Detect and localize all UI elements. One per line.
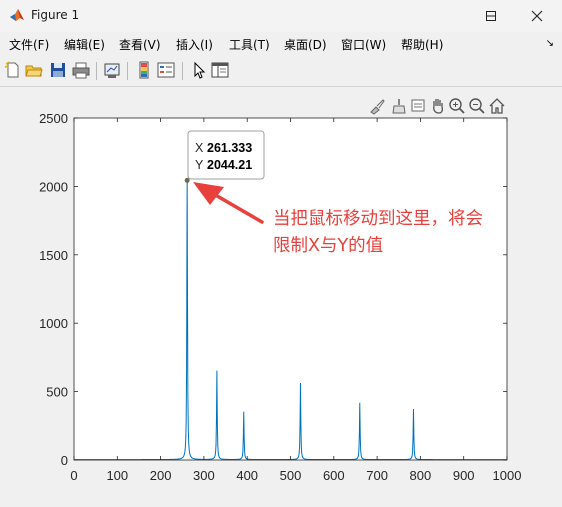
- x-tick-label: 300: [193, 468, 215, 483]
- y-tick-label: 2000: [39, 179, 68, 194]
- x-tick-label: 0: [70, 468, 77, 483]
- annotation-line-2: 限制X与Y的值: [273, 236, 384, 256]
- annotation-line-1: 当把鼠标移动到这里，将会: [273, 209, 483, 229]
- x-tick-label: 500: [280, 468, 302, 483]
- datatip-y-value: 2044.21: [207, 158, 252, 172]
- y-tick-label: 1500: [39, 248, 68, 263]
- datatip-y-label: Y: [195, 158, 204, 172]
- x-tick-label: 900: [453, 468, 475, 483]
- datatip-x-value: 261.333: [207, 141, 252, 155]
- x-tick-label: 200: [150, 468, 172, 483]
- datatip-x-label: X: [195, 141, 204, 155]
- x-tick-label: 1000: [493, 468, 522, 483]
- y-tick-label: 0: [61, 453, 68, 468]
- y-tick-label: 2500: [39, 111, 68, 126]
- annotation-text: 当把鼠标移动到这里，将会 限制X与Y的值: [273, 206, 483, 260]
- x-tick-label: 800: [410, 468, 432, 483]
- x-tick-label: 600: [323, 468, 345, 483]
- x-tick-label: 100: [106, 468, 128, 483]
- x-tick-label: 400: [236, 468, 258, 483]
- y-tick-label: 500: [46, 385, 68, 400]
- y-tick-label: 1000: [39, 316, 68, 331]
- x-tick-label: 700: [366, 468, 388, 483]
- plot-area: [74, 118, 507, 460]
